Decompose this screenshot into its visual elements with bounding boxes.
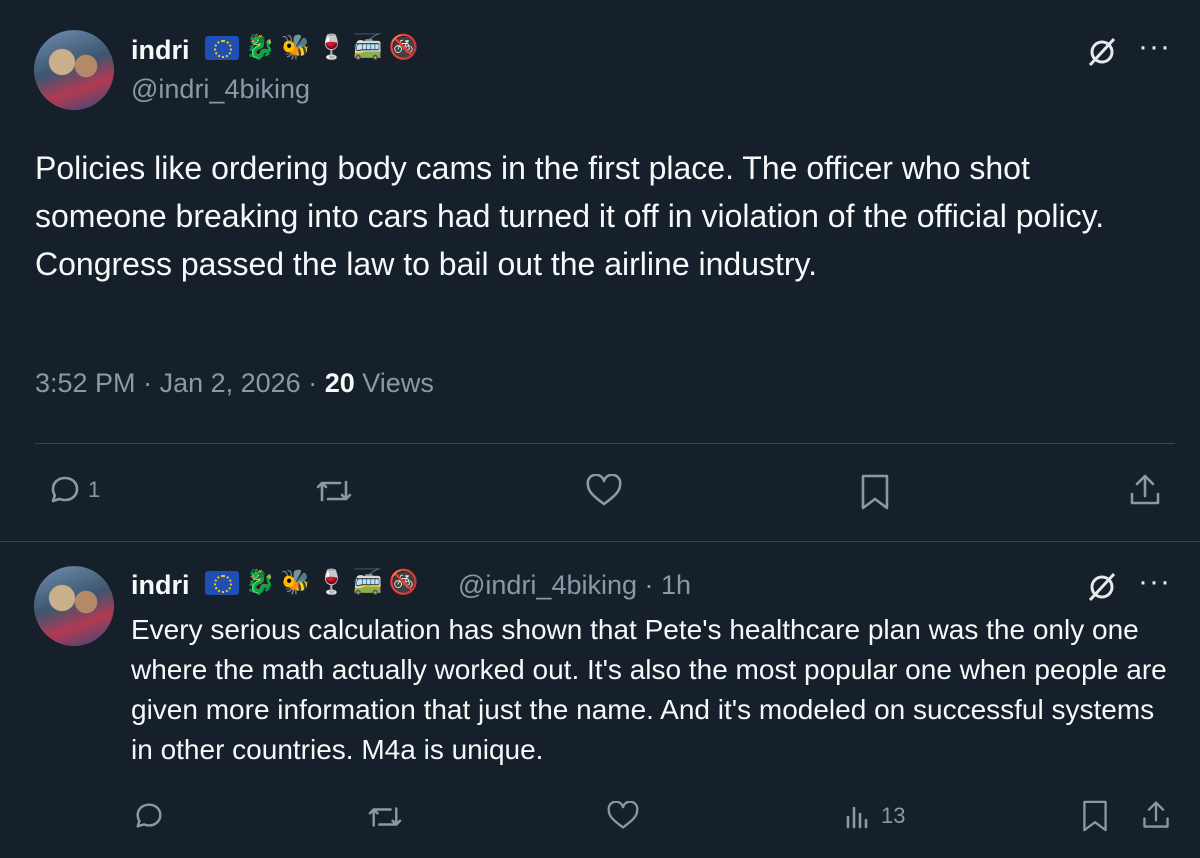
views-count: 20 — [324, 368, 355, 398]
eu-flag-emoji — [205, 36, 239, 60]
like-button[interactable] — [585, 474, 623, 508]
tweet-text: Every serious calculation has shown that… — [131, 610, 1181, 770]
heart-icon — [607, 801, 639, 829]
more-options-icon[interactable]: ··· — [1138, 30, 1171, 64]
bookmark-icon — [861, 474, 889, 510]
author-name[interactable]: indri — [131, 570, 190, 601]
eu-flag-emoji — [205, 571, 239, 595]
divider — [35, 443, 1175, 444]
tweet-text-line: Congress passed the law to bail out the … — [35, 246, 818, 282]
share-icon — [1130, 474, 1160, 505]
reply-tweet[interactable]: indri 🐉 🐝 🍷 🚎 🚳 @indri_4biking · 1h ··· … — [0, 543, 1200, 858]
reply-button[interactable] — [133, 800, 165, 832]
share-icon — [1143, 801, 1169, 828]
main-tweet: indri 🐉 🐝 🍷 🚎 🚳 @indri_4biking ··· Polic… — [0, 0, 1200, 542]
grok-icon[interactable] — [1085, 570, 1119, 609]
trolleybus-emoji: 🚎 — [352, 569, 383, 596]
tweet-text: Policies like ordering body cams in the … — [35, 144, 1165, 288]
reply-icon — [51, 476, 79, 503]
author-emojis: 🐉 🐝 🍷 🚎 🚳 — [205, 571, 418, 595]
wine-emoji: 🍷 — [316, 34, 347, 61]
repost-button[interactable] — [366, 801, 404, 833]
bee-emoji: 🐝 — [280, 569, 311, 596]
tweet-text-line: Policies like ordering body cams in the … — [35, 150, 1105, 234]
reply-button[interactable]: 1 — [48, 473, 100, 507]
analytics-icon — [846, 806, 868, 829]
no-bicycles-emoji: 🚳 — [388, 569, 419, 596]
wine-emoji: 🍷 — [316, 569, 347, 596]
reply-icon — [136, 803, 162, 828]
tweet-date[interactable]: Jan 2, 2026 — [160, 368, 301, 398]
more-options-icon[interactable]: ··· — [1138, 565, 1171, 599]
dragon-emoji: 🐉 — [245, 569, 275, 596]
repost-button[interactable] — [314, 474, 354, 508]
bookmark-button[interactable] — [858, 473, 892, 511]
repost-icon — [316, 480, 352, 502]
reply-count: 1 — [88, 477, 101, 502]
tweet-meta: 3:52 PM · Jan 2, 2026 · 20 Views — [35, 368, 434, 398]
bee-emoji: 🐝 — [280, 34, 311, 61]
views-button[interactable]: 13 — [843, 800, 905, 832]
dragon-emoji: 🐉 — [245, 34, 275, 61]
bookmark-icon — [1083, 800, 1107, 832]
trolleybus-emoji: 🚎 — [352, 34, 383, 61]
author-handle-and-time[interactable]: @indri_4biking · 1h — [458, 570, 691, 601]
grok-icon[interactable] — [1085, 35, 1119, 74]
author-emojis: 🐉 🐝 🍷 🚎 🚳 — [205, 36, 418, 60]
author-handle[interactable]: @indri_4biking — [131, 74, 310, 105]
share-button[interactable] — [1140, 798, 1172, 832]
like-button[interactable] — [606, 801, 640, 831]
tweet-time[interactable]: 3:52 PM — [35, 368, 136, 398]
no-bicycles-emoji: 🚳 — [388, 34, 419, 61]
heart-icon — [586, 474, 622, 506]
avatar[interactable] — [34, 30, 114, 110]
repost-icon — [368, 807, 402, 827]
tweet-separator — [0, 541, 1200, 542]
bookmark-button[interactable] — [1080, 799, 1110, 833]
share-button[interactable] — [1127, 472, 1163, 508]
tweet-text-body: Every serious calculation has shown that… — [131, 614, 1167, 765]
views-count: 13 — [881, 803, 906, 828]
author-name[interactable]: indri — [131, 35, 190, 66]
avatar[interactable] — [34, 566, 114, 646]
views-label: Views — [362, 368, 434, 398]
